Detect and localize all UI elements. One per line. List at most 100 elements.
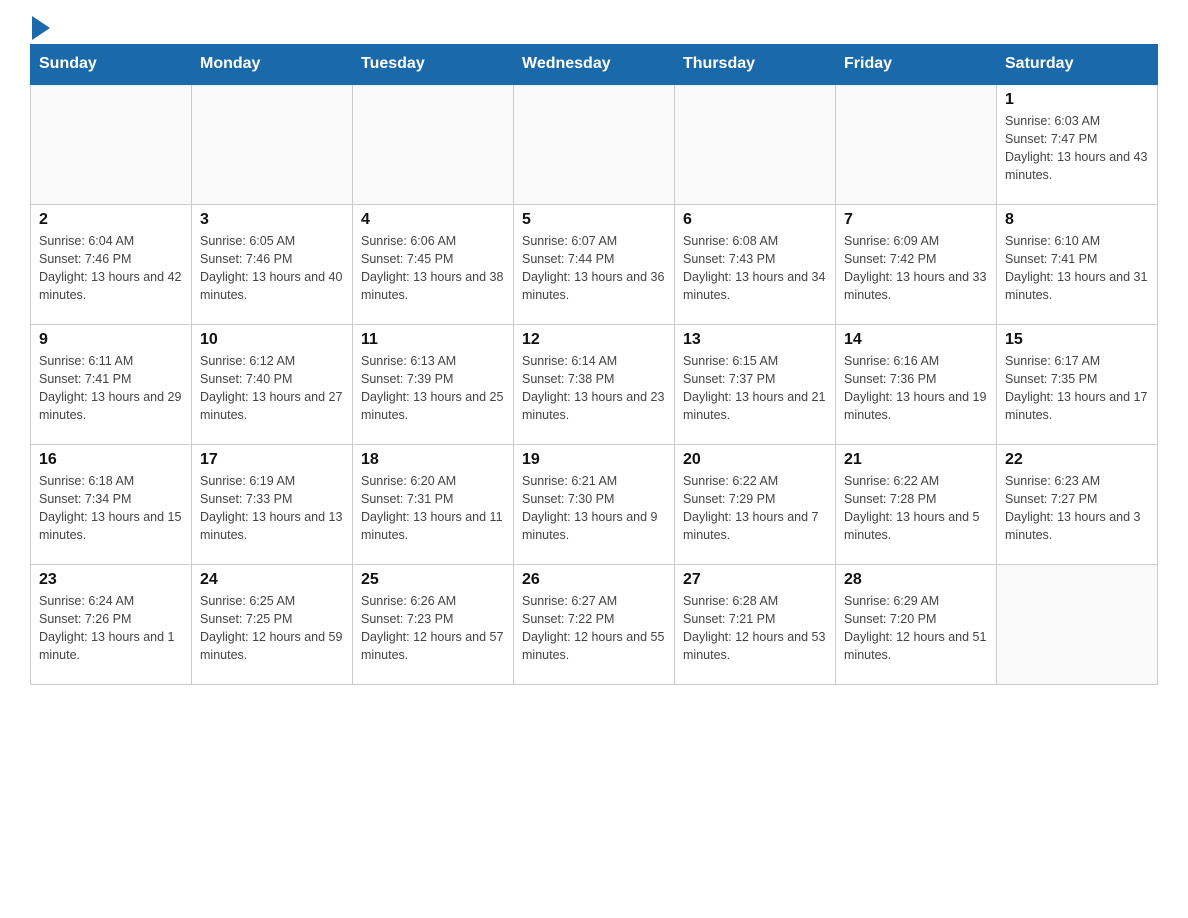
calendar-week-row: 23 Sunrise: 6:24 AMSunset: 7:26 PMDayligh…: [31, 564, 1158, 684]
calendar-cell: 28 Sunrise: 6:29 AMSunset: 7:20 PMDayligh…: [836, 564, 997, 684]
calendar-cell: 20 Sunrise: 6:22 AMSunset: 7:29 PMDayligh…: [675, 444, 836, 564]
calendar-cell: 6 Sunrise: 6:08 AMSunset: 7:43 PMDaylight…: [675, 204, 836, 324]
calendar-cell: 10 Sunrise: 6:12 AMSunset: 7:40 PMDayligh…: [192, 324, 353, 444]
calendar-cell: 26 Sunrise: 6:27 AMSunset: 7:22 PMDayligh…: [514, 564, 675, 684]
day-number: 18: [361, 451, 505, 469]
calendar-cell: [675, 84, 836, 204]
day-info: Sunrise: 6:21 AMSunset: 7:30 PMDaylight:…: [522, 472, 666, 545]
calendar-cell: 24 Sunrise: 6:25 AMSunset: 7:25 PMDayligh…: [192, 564, 353, 684]
logo-triangle-icon: [32, 16, 50, 40]
calendar-week-row: 1 Sunrise: 6:03 AMSunset: 7:47 PMDaylight…: [31, 84, 1158, 204]
day-number: 2: [39, 211, 183, 229]
calendar-cell: 11 Sunrise: 6:13 AMSunset: 7:39 PMDayligh…: [353, 324, 514, 444]
day-number: 24: [200, 571, 344, 589]
weekday-header-sunday: Sunday: [31, 45, 192, 85]
day-number: 26: [522, 571, 666, 589]
weekday-header-thursday: Thursday: [675, 45, 836, 85]
day-number: 28: [844, 571, 988, 589]
calendar-cell: 13 Sunrise: 6:15 AMSunset: 7:37 PMDayligh…: [675, 324, 836, 444]
day-info: Sunrise: 6:18 AMSunset: 7:34 PMDaylight:…: [39, 472, 183, 545]
calendar-cell: 19 Sunrise: 6:21 AMSunset: 7:30 PMDayligh…: [514, 444, 675, 564]
day-info: Sunrise: 6:07 AMSunset: 7:44 PMDaylight:…: [522, 232, 666, 305]
calendar-cell: 23 Sunrise: 6:24 AMSunset: 7:26 PMDayligh…: [31, 564, 192, 684]
weekday-header-monday: Monday: [192, 45, 353, 85]
calendar-cell: 9 Sunrise: 6:11 AMSunset: 7:41 PMDaylight…: [31, 324, 192, 444]
calendar-cell: 17 Sunrise: 6:19 AMSunset: 7:33 PMDayligh…: [192, 444, 353, 564]
page-header: [30, 20, 1158, 34]
day-info: Sunrise: 6:14 AMSunset: 7:38 PMDaylight:…: [522, 352, 666, 425]
day-info: Sunrise: 6:09 AMSunset: 7:42 PMDaylight:…: [844, 232, 988, 305]
calendar-cell: 21 Sunrise: 6:22 AMSunset: 7:28 PMDayligh…: [836, 444, 997, 564]
day-number: 14: [844, 331, 988, 349]
weekday-header-tuesday: Tuesday: [353, 45, 514, 85]
calendar-cell: 27 Sunrise: 6:28 AMSunset: 7:21 PMDayligh…: [675, 564, 836, 684]
logo: [30, 20, 50, 34]
day-number: 6: [683, 211, 827, 229]
weekday-header-saturday: Saturday: [997, 45, 1158, 85]
day-number: 20: [683, 451, 827, 469]
day-number: 16: [39, 451, 183, 469]
day-number: 27: [683, 571, 827, 589]
calendar-header-row: SundayMondayTuesdayWednesdayThursdayFrid…: [31, 45, 1158, 85]
calendar-cell: 2 Sunrise: 6:04 AMSunset: 7:46 PMDaylight…: [31, 204, 192, 324]
calendar-cell: 25 Sunrise: 6:26 AMSunset: 7:23 PMDayligh…: [353, 564, 514, 684]
day-info: Sunrise: 6:25 AMSunset: 7:25 PMDaylight:…: [200, 592, 344, 665]
calendar-cell: 16 Sunrise: 6:18 AMSunset: 7:34 PMDayligh…: [31, 444, 192, 564]
calendar-week-row: 9 Sunrise: 6:11 AMSunset: 7:41 PMDaylight…: [31, 324, 1158, 444]
day-number: 21: [844, 451, 988, 469]
day-info: Sunrise: 6:05 AMSunset: 7:46 PMDaylight:…: [200, 232, 344, 305]
calendar-week-row: 16 Sunrise: 6:18 AMSunset: 7:34 PMDayligh…: [31, 444, 1158, 564]
day-info: Sunrise: 6:06 AMSunset: 7:45 PMDaylight:…: [361, 232, 505, 305]
calendar-table: SundayMondayTuesdayWednesdayThursdayFrid…: [30, 44, 1158, 685]
day-info: Sunrise: 6:08 AMSunset: 7:43 PMDaylight:…: [683, 232, 827, 305]
day-info: Sunrise: 6:26 AMSunset: 7:23 PMDaylight:…: [361, 592, 505, 665]
day-info: Sunrise: 6:03 AMSunset: 7:47 PMDaylight:…: [1005, 112, 1149, 185]
calendar-cell: [353, 84, 514, 204]
day-info: Sunrise: 6:27 AMSunset: 7:22 PMDaylight:…: [522, 592, 666, 665]
day-info: Sunrise: 6:17 AMSunset: 7:35 PMDaylight:…: [1005, 352, 1149, 425]
calendar-cell: 12 Sunrise: 6:14 AMSunset: 7:38 PMDayligh…: [514, 324, 675, 444]
day-number: 25: [361, 571, 505, 589]
calendar-cell: 7 Sunrise: 6:09 AMSunset: 7:42 PMDaylight…: [836, 204, 997, 324]
day-info: Sunrise: 6:04 AMSunset: 7:46 PMDaylight:…: [39, 232, 183, 305]
calendar-cell: [192, 84, 353, 204]
calendar-cell: [997, 564, 1158, 684]
day-number: 7: [844, 211, 988, 229]
day-info: Sunrise: 6:23 AMSunset: 7:27 PMDaylight:…: [1005, 472, 1149, 545]
calendar-week-row: 2 Sunrise: 6:04 AMSunset: 7:46 PMDaylight…: [31, 204, 1158, 324]
day-number: 8: [1005, 211, 1149, 229]
calendar-cell: 3Sunrise: 6:05 AMSunset: 7:46 PMDaylight…: [192, 204, 353, 324]
weekday-header-friday: Friday: [836, 45, 997, 85]
day-number: 23: [39, 571, 183, 589]
day-info: Sunrise: 6:22 AMSunset: 7:29 PMDaylight:…: [683, 472, 827, 545]
day-info: Sunrise: 6:15 AMSunset: 7:37 PMDaylight:…: [683, 352, 827, 425]
day-number: 1: [1005, 91, 1149, 109]
day-info: Sunrise: 6:16 AMSunset: 7:36 PMDaylight:…: [844, 352, 988, 425]
day-info: Sunrise: 6:20 AMSunset: 7:31 PMDaylight:…: [361, 472, 505, 545]
day-number: 10: [200, 331, 344, 349]
day-number: 9: [39, 331, 183, 349]
day-info: Sunrise: 6:22 AMSunset: 7:28 PMDaylight:…: [844, 472, 988, 545]
calendar-cell: 22 Sunrise: 6:23 AMSunset: 7:27 PMDayligh…: [997, 444, 1158, 564]
day-number: 15: [1005, 331, 1149, 349]
day-info: Sunrise: 6:11 AMSunset: 7:41 PMDaylight:…: [39, 352, 183, 425]
day-number: 22: [1005, 451, 1149, 469]
calendar-cell: [31, 84, 192, 204]
day-info: Sunrise: 6:29 AMSunset: 7:20 PMDaylight:…: [844, 592, 988, 665]
day-info: Sunrise: 6:13 AMSunset: 7:39 PMDaylight:…: [361, 352, 505, 425]
day-info: Sunrise: 6:28 AMSunset: 7:21 PMDaylight:…: [683, 592, 827, 665]
day-number: 17: [200, 451, 344, 469]
calendar-cell: 14 Sunrise: 6:16 AMSunset: 7:36 PMDayligh…: [836, 324, 997, 444]
day-number: 19: [522, 451, 666, 469]
calendar-cell: 5 Sunrise: 6:07 AMSunset: 7:44 PMDaylight…: [514, 204, 675, 324]
day-number: 5: [522, 211, 666, 229]
day-info: Sunrise: 6:24 AMSunset: 7:26 PMDaylight:…: [39, 592, 183, 665]
day-info: Sunrise: 6:19 AMSunset: 7:33 PMDaylight:…: [200, 472, 344, 545]
day-info: Sunrise: 6:10 AMSunset: 7:41 PMDaylight:…: [1005, 232, 1149, 305]
day-number: 12: [522, 331, 666, 349]
day-number: 11: [361, 331, 505, 349]
day-number: 13: [683, 331, 827, 349]
day-info: Sunrise: 6:12 AMSunset: 7:40 PMDaylight:…: [200, 352, 344, 425]
calendar-cell: 18 Sunrise: 6:20 AMSunset: 7:31 PMDayligh…: [353, 444, 514, 564]
calendar-cell: [514, 84, 675, 204]
